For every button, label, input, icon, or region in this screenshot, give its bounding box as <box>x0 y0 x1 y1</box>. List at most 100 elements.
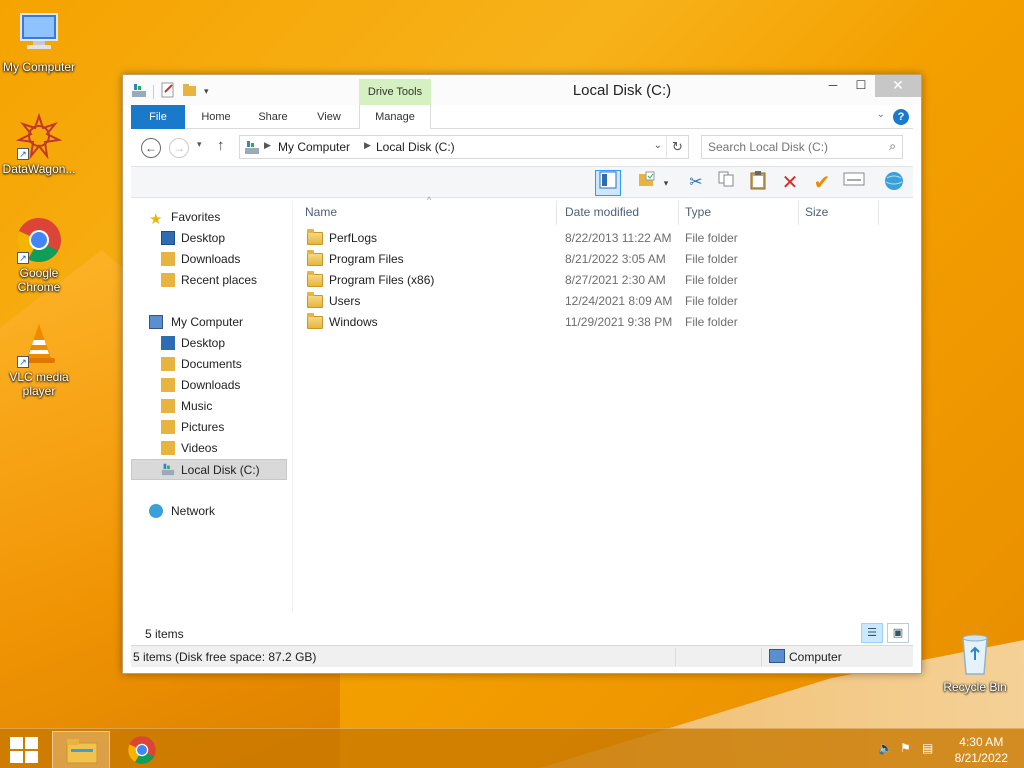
chevron-right-icon[interactable]: ▶ <box>264 140 271 151</box>
status-bar: 5 items <box>131 625 913 643</box>
file-row[interactable]: Program Files 8/21/2022 3:05 AM File fol… <box>299 249 913 270</box>
tab-home[interactable]: Home <box>193 105 239 129</box>
details-view-icon[interactable]: ☰ <box>861 623 883 643</box>
properties-icon[interactable] <box>841 170 867 196</box>
taskbar-file-explorer[interactable] <box>52 731 110 768</box>
minimize-button[interactable]: ─ <box>819 75 847 97</box>
computer-icon <box>769 649 785 663</box>
search-icon[interactable]: ⌕ <box>889 139 896 154</box>
desktop-icon-google-chrome[interactable]: ↗ Google Chrome <box>0 216 81 294</box>
column-header-size[interactable]: Size <box>799 201 879 225</box>
action-center-flag-icon[interactable]: ⚑ <box>900 741 916 757</box>
network-status-icon[interactable]: ▤ <box>922 741 938 757</box>
nav-item-local-disk[interactable]: Local Disk (C:) <box>131 459 287 480</box>
maximize-button[interactable]: ☐ <box>847 75 875 97</box>
file-row[interactable]: Program Files (x86) 8/27/2021 2:30 AM Fi… <box>299 270 913 291</box>
details-bar: 5 items (Disk free space: 87.2 GB) Compu… <box>131 645 913 667</box>
file-row[interactable]: Windows 11/29/2021 9:38 PM File folder <box>299 312 913 333</box>
paste-icon[interactable] <box>745 170 771 196</box>
downloads-folder-icon <box>161 378 175 392</box>
command-toolbar: ▾ ✂ ✕ ✔ <box>131 166 913 198</box>
search-box[interactable]: ⌕ <box>701 135 903 159</box>
nav-label: Desktop <box>181 231 226 245</box>
copy-icon[interactable] <box>713 170 739 196</box>
file-name: PerfLogs <box>329 231 378 245</box>
pictures-folder-icon <box>161 420 175 434</box>
cut-icon[interactable]: ✂ <box>683 170 709 196</box>
chevron-down-icon[interactable]: ▾ <box>659 170 673 196</box>
file-name: Program Files <box>329 252 404 266</box>
breadcrumb-my-computer[interactable]: My Computer <box>278 140 350 154</box>
nav-item-pictures[interactable]: Pictures <box>131 417 287 438</box>
address-bar[interactable]: ▶ My Computer ▶ Local Disk (C:) ⌄ ↻ <box>239 135 689 159</box>
column-header-type[interactable]: Type <box>679 201 799 225</box>
taskbar-chrome[interactable] <box>114 731 172 768</box>
vlc-cone-icon: ↗ <box>15 320 63 368</box>
tab-file[interactable]: File <box>131 105 185 129</box>
back-button[interactable]: ← <box>141 138 161 158</box>
desktop-icon-recycle-bin[interactable]: Recycle Bin <box>933 630 1017 694</box>
nav-network[interactable]: Network <box>131 501 287 522</box>
nav-item-downloads[interactable]: Downloads <box>131 375 287 396</box>
column-header-date[interactable]: Date modified <box>559 201 679 225</box>
start-windows-icon[interactable] <box>10 737 38 763</box>
videos-folder-icon <box>161 441 175 455</box>
refresh-icon[interactable]: ↻ <box>666 136 688 158</box>
chevron-down-icon[interactable]: ⌄ <box>654 140 662 151</box>
close-button[interactable]: ✕ <box>875 75 921 97</box>
nav-item-desktop[interactable]: Desktop <box>131 228 287 249</box>
file-type: File folder <box>685 315 738 329</box>
nav-my-computer[interactable]: My Computer <box>131 312 287 333</box>
nav-label: Local Disk (C:) <box>181 463 260 477</box>
desktop-icon-datawagon[interactable]: ↗ DataWagon... <box>0 112 81 176</box>
preview-pane-icon[interactable] <box>595 170 621 196</box>
tab-view[interactable]: View <box>309 105 349 129</box>
folder-icon <box>307 292 323 308</box>
help-icon[interactable]: ? <box>893 109 909 125</box>
tab-manage[interactable]: Manage <box>359 105 431 129</box>
file-type: File folder <box>685 273 738 287</box>
drive-icon <box>161 462 175 476</box>
file-type: File folder <box>685 231 738 245</box>
nav-item-documents[interactable]: Documents <box>131 354 287 375</box>
breadcrumb-local-disk[interactable]: Local Disk (C:) <box>376 140 455 154</box>
clock-date: 8/21/2022 <box>954 751 1008 765</box>
desktop-icon-my-computer[interactable]: My Computer <box>0 10 81 74</box>
title-bar[interactable]: ▾ Drive Tools Local Disk (C:) ─ ☐ ✕ <box>123 75 921 105</box>
search-input[interactable] <box>708 140 878 154</box>
volume-muted-icon[interactable]: 🔈 <box>878 741 894 757</box>
shortcut-arrow-icon: ↗ <box>17 148 29 160</box>
nav-item-downloads[interactable]: Downloads <box>131 249 287 270</box>
up-arrow-icon[interactable]: ↑ <box>217 137 225 154</box>
recent-locations-icon[interactable]: ▾ <box>197 139 202 150</box>
expand-ribbon-icon[interactable]: ⌄ <box>877 109 885 120</box>
nav-favorites[interactable]: ★ Favorites <box>131 207 287 228</box>
delete-icon[interactable]: ✕ <box>777 170 803 196</box>
nav-item-recent-places[interactable]: Recent places <box>131 270 287 291</box>
location-label: Computer <box>789 650 842 664</box>
folder-options-icon[interactable] <box>635 170 661 196</box>
clock[interactable]: 4:30 AM 8/21/2022 <box>955 734 1008 766</box>
large-icons-view-icon[interactable]: ▣ <box>887 623 909 643</box>
desktop-icon-label: My Computer <box>2 60 76 74</box>
explorer-window[interactable]: ▾ Drive Tools Local Disk (C:) ─ ☐ ✕ File… <box>122 74 922 674</box>
nav-label: Recent places <box>181 273 258 287</box>
chevron-right-icon[interactable]: ▶ <box>364 140 371 151</box>
forward-button[interactable]: → <box>169 138 189 158</box>
desktop-icon-label: Google Chrome <box>17 266 61 294</box>
file-list: Name ^ Date modified Type Size PerfLogs … <box>299 195 913 613</box>
rename-check-icon[interactable]: ✔ <box>809 170 835 196</box>
folder-icon <box>307 271 323 287</box>
file-row[interactable]: PerfLogs 8/22/2013 11:22 AM File folder <box>299 228 913 249</box>
nav-item-desktop[interactable]: Desktop <box>131 333 287 354</box>
file-row[interactable]: Users 12/24/2021 8:09 AM File folder <box>299 291 913 312</box>
desktop-icon-vlc[interactable]: ↗ VLC media player <box>0 320 81 398</box>
separator <box>675 648 676 666</box>
tab-share[interactable]: Share <box>251 105 295 129</box>
nav-item-videos[interactable]: Videos <box>131 438 287 459</box>
datawagon-logo-icon: ↗ <box>15 112 63 160</box>
network-globe-icon[interactable] <box>881 170 907 196</box>
nav-item-music[interactable]: Music <box>131 396 287 417</box>
file-name: Users <box>329 294 361 308</box>
file-date: 11/29/2021 9:38 PM <box>565 315 673 329</box>
